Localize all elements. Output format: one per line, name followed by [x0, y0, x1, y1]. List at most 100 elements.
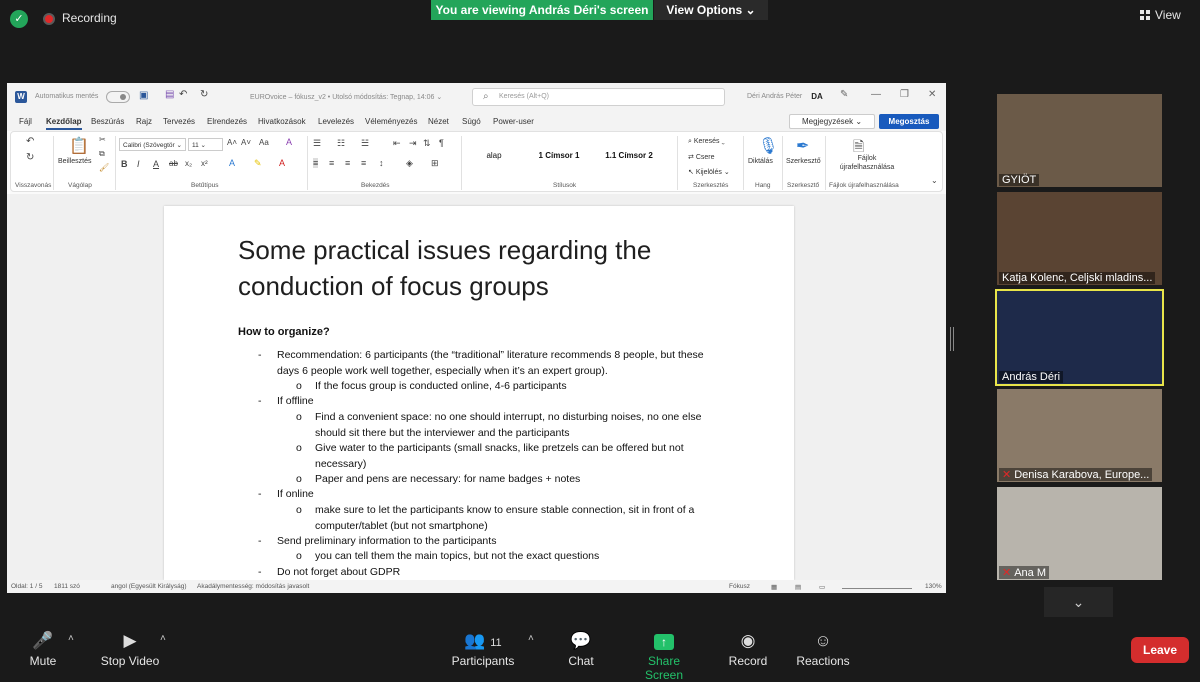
comments-button[interactable]: Megjegyzések ⌄	[789, 114, 875, 129]
borders-icon[interactable]: ⊞	[431, 158, 439, 169]
participants-options-chevron-icon[interactable]: ˄	[528, 633, 534, 644]
tab-review[interactable]: Véleményezés	[365, 117, 417, 126]
tab-insert[interactable]: Beszúrás	[91, 117, 124, 126]
tab-help[interactable]: Súgó	[462, 117, 481, 126]
font-name-select[interactable]: Calibri (Szövegtör ⌄	[119, 138, 186, 151]
dictate-label[interactable]: Diktálás	[748, 158, 773, 165]
participants-button[interactable]: 👥 11 Participants	[448, 628, 518, 668]
zoom-level[interactable]: 130%	[925, 583, 942, 590]
strikethrough-icon[interactable]: ab	[169, 159, 178, 168]
bullets-icon[interactable]: ☰	[313, 138, 321, 149]
print-layout-icon[interactable]: ▤	[795, 583, 801, 591]
style-normal[interactable]: alap	[471, 138, 517, 174]
close-icon[interactable]: ✕	[928, 89, 936, 100]
record-button[interactable]: ◉ Record	[726, 628, 770, 668]
minimize-icon[interactable]: —	[871, 89, 881, 100]
replace-button[interactable]: ⇄ Csere	[688, 153, 715, 161]
tab-mailings[interactable]: Levelezés	[318, 117, 354, 126]
text-effects-icon[interactable]: A	[229, 158, 235, 168]
change-case-icon[interactable]: Aa	[259, 138, 269, 147]
restore-icon[interactable]: ❐	[900, 89, 909, 100]
word-count[interactable]: 1811 szó	[54, 583, 80, 590]
reactions-button[interactable]: ☺ Reactions	[794, 628, 852, 668]
select-button[interactable]: ↖ Kijelölés ⌄	[688, 168, 730, 176]
user-avatar[interactable]: DA	[810, 90, 824, 104]
document-page[interactable]: Some practical issues regarding the cond…	[164, 206, 794, 580]
editor-label[interactable]: Szerkesztő	[786, 158, 821, 165]
chat-button[interactable]: 💬 Chat	[562, 628, 600, 668]
participant-tile[interactable]: ✕ Denisa Karabova, Europe...	[997, 389, 1162, 482]
underline-icon[interactable]: A	[153, 159, 159, 169]
security-shield-icon[interactable]: ✓	[10, 10, 28, 28]
redo-icon[interactable]: ↻	[200, 89, 208, 100]
focus-mode[interactable]: Fókusz	[729, 583, 750, 590]
undo-icon[interactable]: ↶	[26, 136, 34, 147]
format-painter-icon[interactable]: 🖌	[99, 163, 109, 172]
font-size-select[interactable]: 11 ⌄	[188, 138, 223, 151]
page-count[interactable]: Oldal: 1 / 5	[11, 583, 42, 590]
font-color-icon[interactable]: A	[279, 158, 285, 168]
grow-font-icon[interactable]: A˄	[227, 138, 237, 147]
mute-options-chevron-icon[interactable]: ˄	[68, 633, 74, 644]
language[interactable]: angol (Egyesült Királyság)	[111, 583, 187, 590]
bold-icon[interactable]: B	[121, 159, 128, 169]
find-button[interactable]: ⌕ Keresés ⌄	[688, 138, 725, 146]
file-title[interactable]: EUROvoice – fókusz_v2 • Utolsó módosítás…	[250, 93, 442, 101]
shading-icon[interactable]: ◈	[406, 158, 413, 169]
save-cloud-icon[interactable]: ▤	[165, 89, 174, 100]
reuse-files-label[interactable]: Fájlok újrafelhasználása	[833, 154, 901, 172]
redo-icon[interactable]: ↻	[26, 152, 34, 163]
leave-button[interactable]: Leave	[1131, 637, 1189, 663]
paste-label[interactable]: Beillesztés	[58, 158, 91, 165]
mute-button[interactable]: 🎤 Mute	[23, 628, 63, 668]
decrease-indent-icon[interactable]: ⇤	[393, 138, 401, 149]
tab-layout[interactable]: Elrendezés	[207, 117, 247, 126]
save-icon[interactable]: ▣	[139, 90, 148, 101]
shared-screen-word-window[interactable]: W Automatikus mentés ▣ ▤ ↶ ↻ EUROvoice –…	[7, 83, 946, 593]
tab-draw[interactable]: Rajz	[136, 117, 152, 126]
microphone-icon[interactable]: 🎙	[758, 136, 778, 156]
italic-icon[interactable]: I	[137, 159, 140, 169]
tab-references[interactable]: Hivatkozások	[258, 117, 306, 126]
read-mode-icon[interactable]: ▦	[771, 583, 777, 591]
sort-icon[interactable]: ⇅	[423, 138, 431, 149]
editor-icon[interactable]: ✒	[796, 136, 809, 156]
style-heading-2[interactable]: 1.1 Címsor 2	[596, 138, 662, 174]
tab-view[interactable]: Nézet	[428, 117, 449, 126]
line-spacing-icon[interactable]: ↕	[379, 158, 384, 168]
clear-format-icon[interactable]: A	[286, 137, 292, 147]
style-heading-1[interactable]: 1 Címsor 1	[529, 138, 589, 174]
align-right-icon[interactable]: ≡	[345, 158, 350, 168]
increase-indent-icon[interactable]: ⇥	[409, 138, 417, 149]
cut-icon[interactable]: ✂	[99, 135, 106, 144]
view-button[interactable]: View	[1140, 8, 1181, 22]
shrink-font-icon[interactable]: A˅	[241, 138, 251, 147]
participant-tile[interactable]: Katja Kolenc, Celjski mladins...	[997, 192, 1162, 285]
tab-power-user[interactable]: Power-user	[493, 117, 534, 126]
accessibility-status[interactable]: Akadálymentesség: módosítás javasolt	[197, 583, 309, 590]
tab-file[interactable]: Fájl	[19, 117, 32, 126]
pen-icon[interactable]: ✎	[840, 89, 848, 100]
justify-icon[interactable]: ≡	[361, 158, 366, 168]
web-layout-icon[interactable]: ▭	[819, 583, 825, 591]
participant-tile-active-speaker[interactable]: András Déri	[995, 289, 1164, 386]
document-area[interactable]: Some practical issues regarding the cond…	[7, 206, 946, 580]
superscript-icon[interactable]: x²	[201, 159, 208, 168]
participant-tile[interactable]: GYIÖT	[997, 94, 1162, 187]
view-options-button[interactable]: View Options ⌄	[654, 0, 768, 20]
video-options-chevron-icon[interactable]: ˄	[160, 633, 166, 644]
ruler[interactable]	[7, 194, 946, 206]
share-screen-button[interactable]: ↑ Share Screen	[628, 628, 700, 682]
zoom-slider[interactable]	[842, 583, 912, 589]
numbering-icon[interactable]: ☷	[337, 138, 345, 149]
paste-icon[interactable]: 📋	[69, 136, 89, 156]
collapse-ribbon-icon[interactable]: ⌄	[931, 176, 938, 185]
copy-icon[interactable]: ⧉	[99, 149, 105, 159]
tab-home[interactable]: Kezdőlap	[46, 117, 82, 130]
word-share-button[interactable]: Megosztás	[879, 114, 939, 129]
chevron-down-icon[interactable]: ⌄	[1044, 587, 1113, 617]
search-input[interactable]: Keresés (Alt+Q)	[472, 88, 725, 106]
multilevel-icon[interactable]: ☱	[361, 138, 369, 149]
panel-splitter[interactable]	[950, 327, 954, 351]
autosave-toggle[interactable]	[106, 91, 130, 103]
